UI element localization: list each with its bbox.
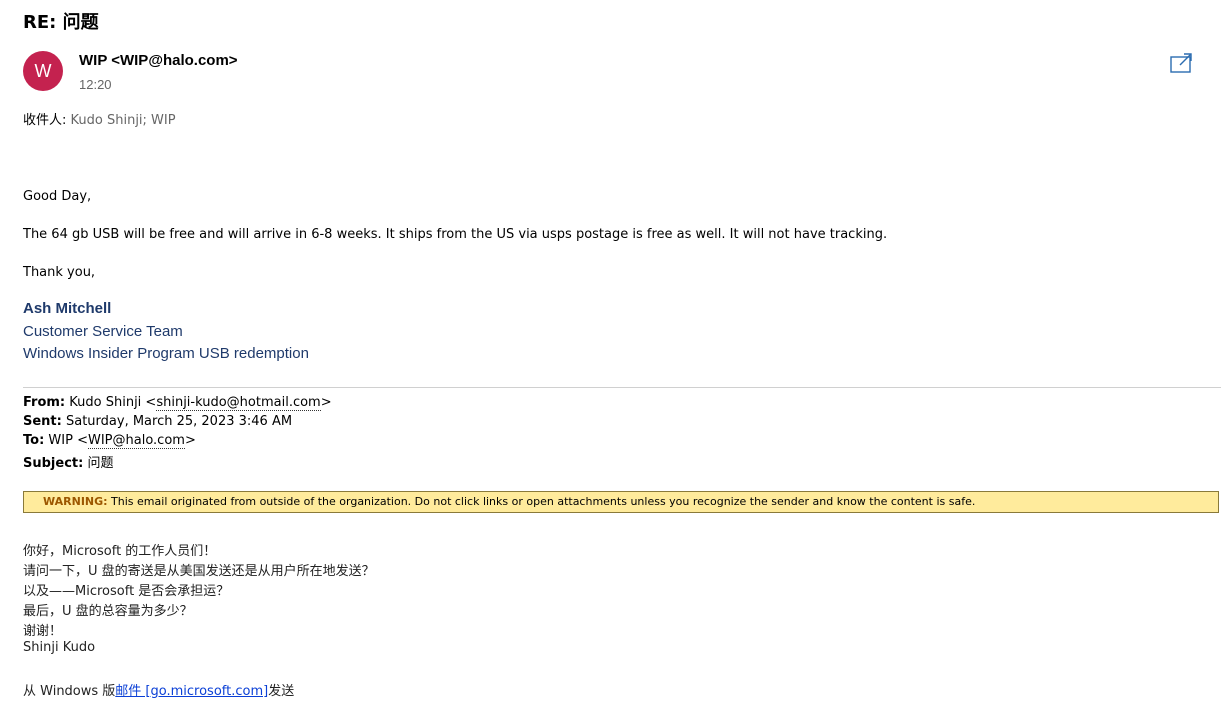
subject-value: 问题 bbox=[83, 456, 114, 471]
closing: Thank you, bbox=[23, 265, 96, 280]
body-paragraph: The 64 gb USB will be free and will arri… bbox=[23, 227, 888, 242]
subject-label: Subject: bbox=[23, 456, 84, 471]
original-line-1: 你好，Microsoft 的工作人员们！ bbox=[23, 544, 217, 559]
signature-name: Ash Mitchell bbox=[23, 300, 112, 317]
email-reading-pane: RE: 问题 W WIP <WIP@halo.com> 12:20 收件人: K… bbox=[0, 0, 1232, 717]
recipients-list[interactable]: Kudo Shinji; WIP bbox=[71, 113, 176, 128]
footer-suffix: 发送 bbox=[268, 684, 295, 699]
sender-name[interactable]: WIP <WIP@halo.com> bbox=[79, 52, 238, 69]
from-name: Kudo Shinji < bbox=[65, 395, 157, 410]
to-end: > bbox=[184, 433, 196, 448]
signature-program: Windows Insider Program USB redemption bbox=[23, 345, 309, 362]
from-end: > bbox=[320, 395, 332, 410]
original-line-4: 最后，U 盘的总容量为多少？ bbox=[23, 604, 193, 619]
to-name: WIP < bbox=[44, 433, 88, 448]
from-address-link[interactable]: shinji-kudo@hotmail.com bbox=[156, 395, 321, 411]
warning-label: WARNING: bbox=[43, 495, 108, 508]
sender-avatar[interactable]: W bbox=[23, 51, 63, 91]
greeting: Good Day, bbox=[23, 189, 92, 204]
quoted-from: From: Kudo Shinji <shinji-kudo@hotmail.c… bbox=[23, 395, 332, 411]
original-line-3: 以及——Microsoft 是否会承担运？ bbox=[23, 584, 230, 599]
sent-from-footer: 从 Windows 版邮件 [go.microsoft.com]发送 bbox=[23, 680, 294, 699]
email-subject: RE: 问题 bbox=[23, 12, 99, 33]
quote-divider bbox=[23, 387, 1221, 388]
recipients-line: 收件人: Kudo Shinji; WIP bbox=[23, 109, 176, 128]
to-address-link[interactable]: WIP@halo.com bbox=[87, 433, 185, 449]
original-line-6: Shinji Kudo bbox=[23, 640, 96, 655]
sent-value: Saturday, March 25, 2023 3:46 AM bbox=[61, 414, 293, 429]
quoted-to: To: WIP <WIP@halo.com> bbox=[23, 433, 196, 449]
open-in-new-window-icon[interactable] bbox=[1170, 52, 1194, 74]
to-label: To: bbox=[23, 433, 45, 448]
sent-time: 12:20 bbox=[79, 77, 112, 92]
mail-app-link[interactable]: 邮件 [go.microsoft.com] bbox=[115, 684, 268, 699]
quoted-sent: Sent: Saturday, March 25, 2023 3:46 AM bbox=[23, 414, 292, 429]
recipients-label: 收件人: bbox=[23, 113, 71, 128]
footer-prefix: 从 Windows 版 bbox=[23, 684, 116, 699]
quoted-subject: Subject: 问题 bbox=[23, 452, 113, 471]
external-warning-banner: WARNING: This email originated from outs… bbox=[23, 491, 1219, 513]
signature-team: Customer Service Team bbox=[23, 323, 183, 340]
original-line-5: 谢谢！ bbox=[23, 624, 63, 639]
sent-label: Sent: bbox=[23, 414, 62, 429]
warning-text: This email originated from outside of th… bbox=[107, 495, 976, 508]
from-label: From: bbox=[23, 395, 66, 410]
original-line-2: 请问一下，U 盘的寄送是从美国发送还是从用户所在地发送？ bbox=[23, 564, 375, 579]
